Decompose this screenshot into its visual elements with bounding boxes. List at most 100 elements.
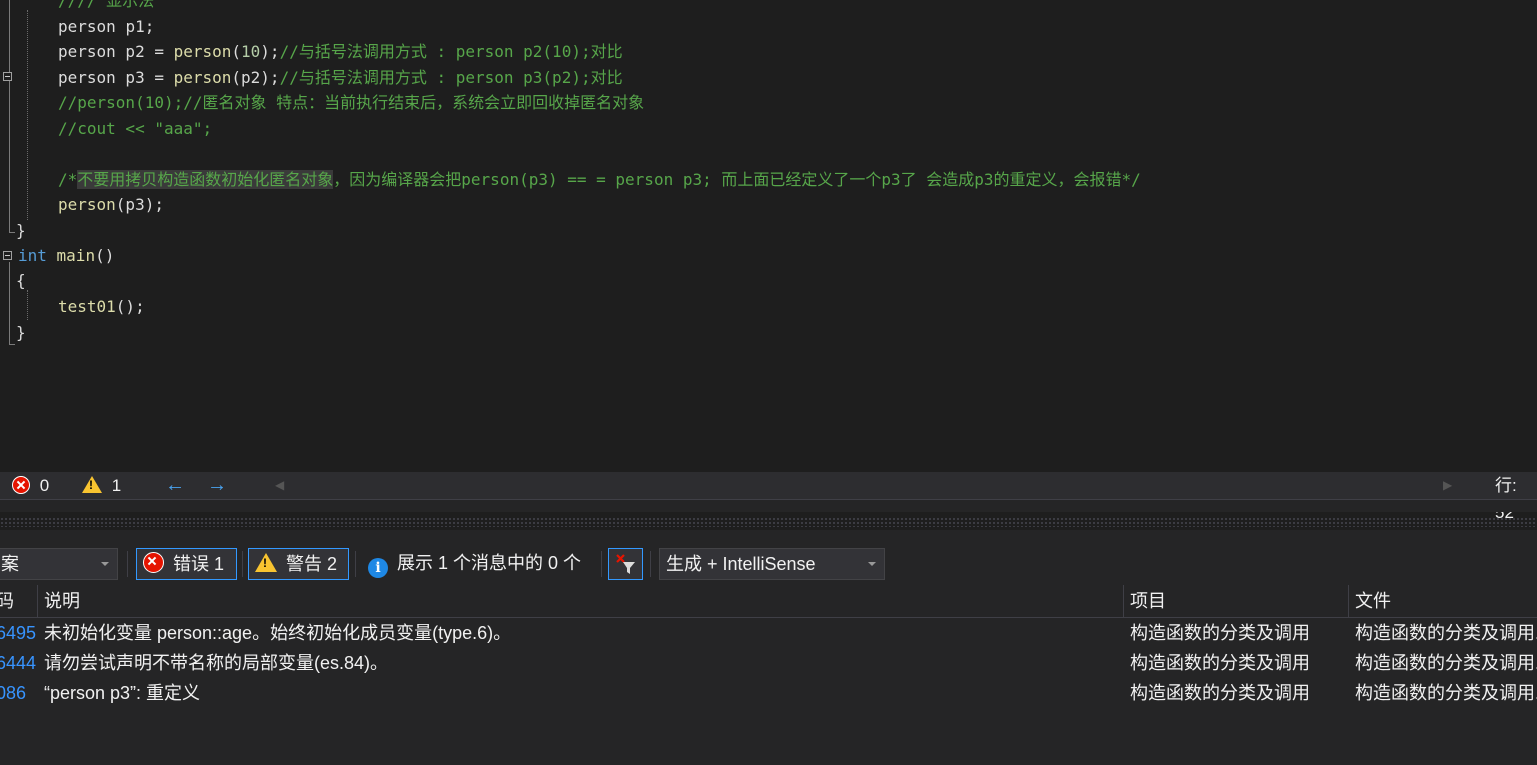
- messages-filter-button[interactable]: i 展示 1 个消息中的 0 个: [366, 548, 598, 580]
- code-token: //与括号法调用方式 : person p2(10);对比: [279, 42, 623, 61]
- cell-file: 构造函数的分类及调用.: [1355, 623, 1537, 643]
- code-text: //person(10);//匿名对象 特点：当前执行结束后，系统会立即回收掉匿…: [58, 90, 644, 115]
- chevron-down-icon: [868, 562, 876, 566]
- fold-toggle-block[interactable]: [3, 72, 12, 81]
- indent-guide: [27, 10, 29, 220]
- error-list-toolbar: 案 错误 1 ! 警告 2 i 展示 1 个消息中的 0 个 生成 + Inte…: [0, 545, 1537, 585]
- toolbar-separator: [601, 551, 602, 577]
- navigate-back-button[interactable]: ←: [165, 472, 185, 499]
- outline-end-tick: [9, 232, 15, 233]
- editor-status-bar: 0 ! 1 ← → ◀ ▶ 行: 52: [0, 472, 1537, 522]
- code-text: //cout << "aaa";: [58, 116, 212, 141]
- build-source-dropdown[interactable]: 生成 + IntelliSense: [659, 548, 885, 580]
- warning-count: 1: [111, 476, 122, 495]
- code-token: person: [58, 17, 126, 36]
- messages-filter-label: 展示 1 个消息中的 0 个: [397, 553, 582, 573]
- cell-code[interactable]: 086: [0, 678, 26, 708]
- code-token: int: [18, 246, 47, 265]
- fold-toggle-main[interactable]: [3, 251, 12, 260]
- scope-dropdown-value: 案: [1, 554, 19, 574]
- code-token: main: [46, 246, 96, 265]
- outline-guide-function: [9, 0, 10, 232]
- warning-icon: !: [255, 553, 277, 572]
- code-token: p1;: [125, 17, 155, 36]
- cell-project: 构造函数的分类及调用: [1130, 683, 1310, 703]
- cell-project: 构造函数的分类及调用: [1130, 653, 1310, 673]
- warnings-filter-label: 警告 2: [286, 554, 338, 574]
- toolbar-separator: [355, 551, 356, 577]
- navigate-forward-button[interactable]: →: [207, 472, 227, 499]
- code-token: person p3 =: [58, 68, 174, 87]
- code-token: //与括号法调用方式 : person p3(p2);对比: [279, 68, 623, 87]
- cell-code[interactable]: 6444: [0, 648, 36, 678]
- panel-divider: [0, 499, 1537, 512]
- errors-filter-label: 错误 1: [173, 554, 225, 574]
- code-token: //person(10);//匿名对象 特点：当前执行结束后，系统会立即回收掉匿…: [58, 93, 645, 112]
- column-header-project[interactable]: 项目: [1130, 585, 1166, 617]
- brace-text: }: [16, 323, 26, 342]
- panel-resize-grip[interactable]: [0, 517, 1537, 527]
- table-row[interactable]: 6444 请勿尝试声明不带名称的局部变量(es.84)。 构造函数的分类及调用 构造函…: [0, 648, 1537, 678]
- code-token: ，因为编译器会把person(p3) == = person p3; 而上面已经…: [333, 170, 1141, 189]
- error-count-indicator[interactable]: 0: [12, 472, 49, 499]
- cell-description: 请勿尝试声明不带名称的局部变量(es.84)。: [44, 653, 389, 673]
- brace-text: }: [16, 221, 26, 240]
- outline-end-tick-main: [9, 344, 15, 345]
- code-text: //// 显示法: [58, 0, 154, 13]
- cell-code[interactable]: 6495: [0, 618, 36, 648]
- code-token: (): [95, 246, 115, 265]
- table-row[interactable]: 086 “person p3”: 重定义 构造函数的分类及调用 构造函数的分类及调用.: [0, 678, 1537, 708]
- code-token: ();: [115, 297, 145, 316]
- scroll-right-icon[interactable]: ▶: [1443, 472, 1452, 499]
- code-token: );: [260, 42, 280, 61]
- column-header-code[interactable]: 码: [0, 585, 14, 617]
- code-token: person: [58, 195, 116, 214]
- code-text: person(p3);: [58, 192, 164, 217]
- clear-filter-button[interactable]: [608, 548, 643, 580]
- code-token: person: [173, 68, 232, 87]
- column-separator[interactable]: [1123, 585, 1124, 617]
- cell-file: 构造函数的分类及调用.: [1355, 683, 1537, 703]
- code-token: person: [173, 42, 232, 61]
- warning-icon: !: [82, 476, 102, 493]
- code-editor[interactable]: //// 显示法 person p1; person p2 = person(10)…: [0, 0, 1537, 472]
- table-row[interactable]: 6495 未初始化变量 person::age。始终初始化成员变量(type.6)…: [0, 618, 1537, 648]
- code-token: //// 显示法: [58, 0, 155, 10]
- error-icon: [12, 476, 30, 494]
- clear-filter-icon: [616, 554, 635, 574]
- chevron-down-icon: [101, 562, 109, 566]
- code-text: person p2 = person(10);//与括号法调用方式 : pers…: [58, 39, 623, 64]
- toolbar-separator: [650, 551, 651, 577]
- code-text: test01();: [58, 294, 145, 319]
- code-token: person p2 =: [58, 42, 174, 61]
- column-separator[interactable]: [37, 585, 38, 617]
- code-token: /*: [58, 170, 78, 189]
- errors-filter-button[interactable]: 错误 1: [136, 548, 237, 580]
- build-source-value: 生成 + IntelliSense: [666, 554, 816, 574]
- code-token: (: [231, 42, 242, 61]
- error-icon: [143, 552, 164, 573]
- indent-guide-main: [27, 290, 29, 320]
- cell-description: “person p3”: 重定义: [44, 683, 201, 703]
- code-token: //cout << "aaa";: [58, 119, 213, 138]
- code-token: (p3);: [115, 195, 164, 214]
- cell-description: 未初始化变量 person::age。始终初始化成员变量(type.6)。: [44, 623, 512, 643]
- code-text: /*不要用拷贝构造函数初始化匿名对象，因为编译器会把person(p3) == …: [58, 167, 1141, 192]
- table-header: 码 说明 项目 文件: [0, 585, 1537, 618]
- code-text: int main(): [18, 243, 114, 268]
- cell-project: 构造函数的分类及调用: [1130, 623, 1310, 643]
- code-text: person p1;: [58, 14, 154, 39]
- code-text: person p3 = person(p2);//与括号法调用方式 : pers…: [58, 65, 623, 90]
- code-token: test01: [58, 297, 116, 316]
- column-header-description[interactable]: 说明: [44, 585, 80, 617]
- warning-count-indicator[interactable]: ! 1: [82, 472, 121, 499]
- column-separator[interactable]: [1348, 585, 1349, 617]
- code-token: 不要用拷贝构造函数初始化匿名对象: [77, 170, 334, 189]
- error-list-panel: 案 错误 1 ! 警告 2 i 展示 1 个消息中的 0 个 生成 + Inte…: [0, 530, 1537, 765]
- scope-dropdown[interactable]: 案: [0, 548, 118, 580]
- warnings-filter-button[interactable]: ! 警告 2: [248, 548, 349, 580]
- scroll-left-icon[interactable]: ◀: [275, 472, 284, 499]
- column-header-file[interactable]: 文件: [1355, 585, 1391, 617]
- error-count: 0: [39, 476, 50, 495]
- brace-text: {: [16, 271, 26, 290]
